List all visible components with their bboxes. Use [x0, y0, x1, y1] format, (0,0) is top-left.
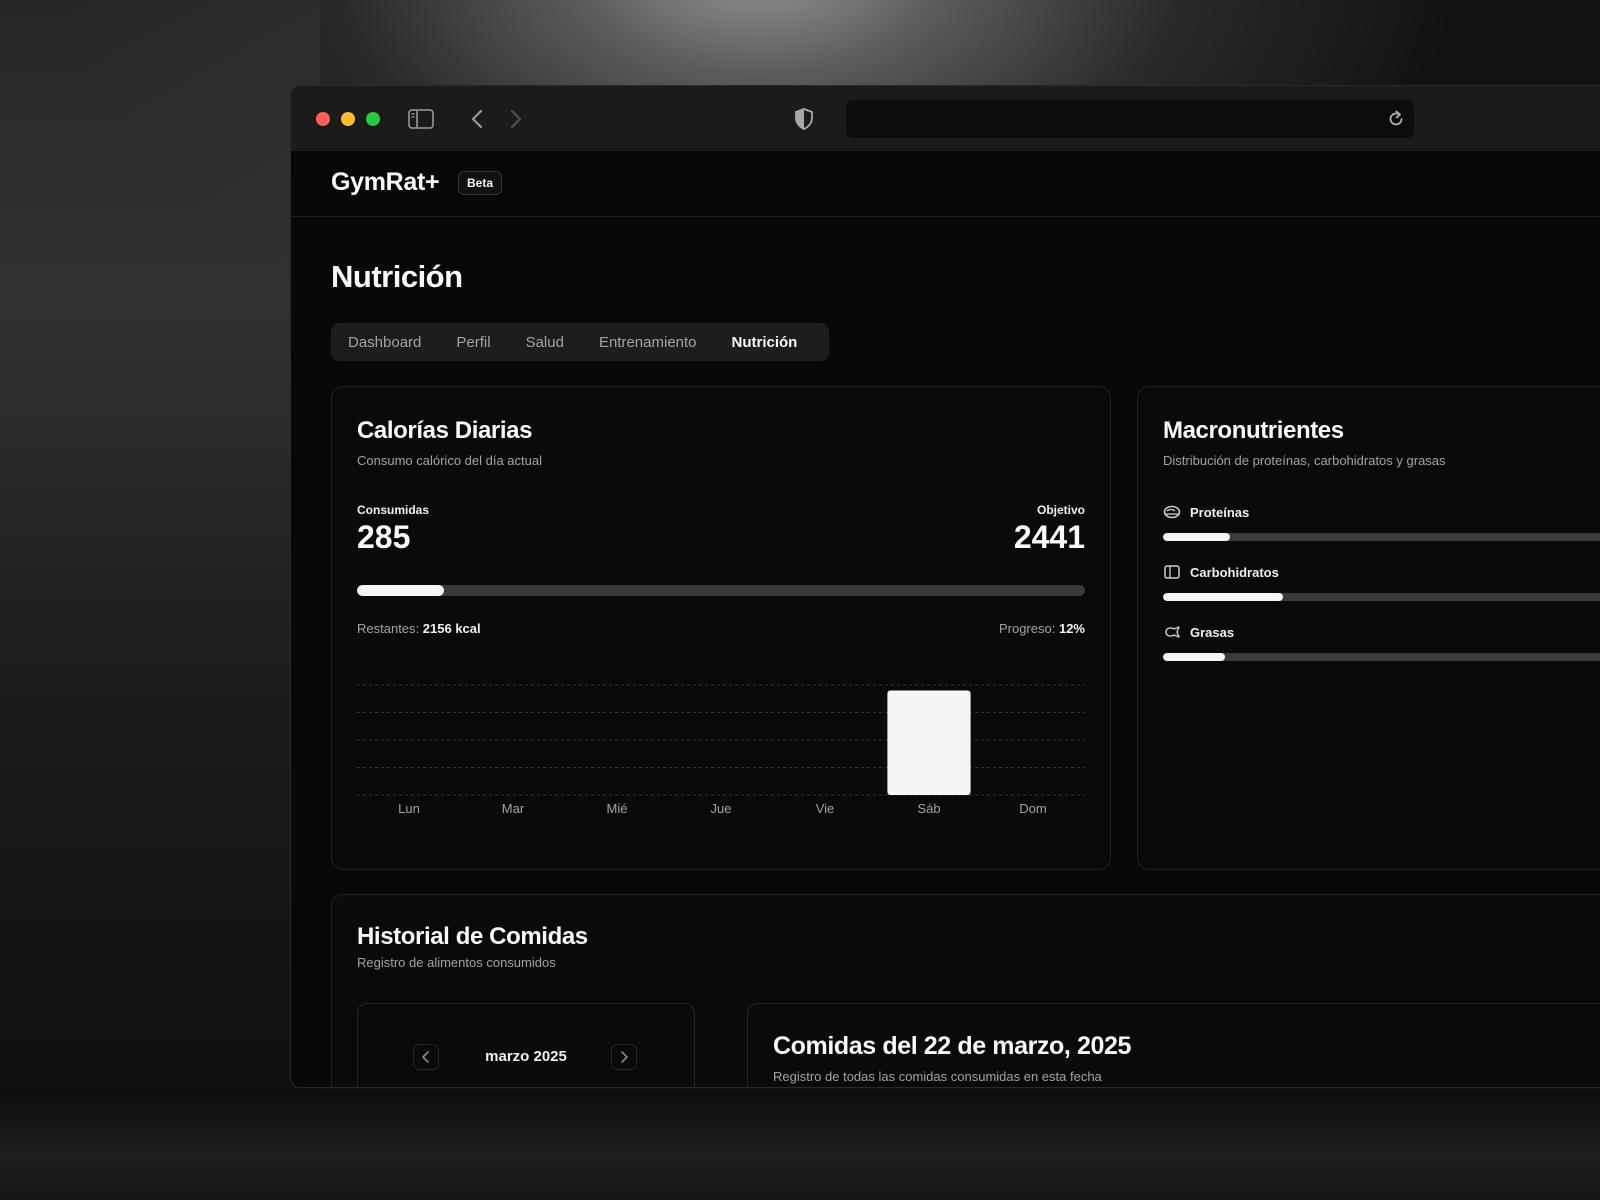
- goal-value: 2441: [1013, 519, 1085, 555]
- macros-title: Macronutrientes: [1163, 417, 1344, 444]
- chart-svg: Lun Mar Mié Jue Vie Sáb Dom: [357, 684, 1085, 816]
- carbs-icon: [1163, 563, 1181, 581]
- progress-value: 12%: [1058, 621, 1085, 636]
- calories-subtitle: Consumo calórico del día actual: [357, 453, 542, 468]
- remaining-text: Restantes: 2156 kcal: [357, 621, 481, 636]
- chart-x-tick-label: Vie: [816, 801, 835, 816]
- history-title: Historial de Comidas: [357, 923, 588, 950]
- macro-name-carbs: Carbohidratos: [1190, 564, 1279, 580]
- fats-progress-fill: [1163, 653, 1226, 661]
- month-label: marzo 2025: [485, 1048, 567, 1065]
- tab-nutricion[interactable]: Nutrición: [732, 334, 798, 351]
- tab-dashboard[interactable]: Dashboard: [348, 334, 421, 351]
- chart-x-tick-label: Sáb: [917, 801, 940, 816]
- forward-arrow-icon[interactable]: [503, 106, 529, 132]
- tab-entrenamiento[interactable]: Entrenamiento: [599, 334, 697, 351]
- macro-row-protein: Proteínas: [1163, 503, 1600, 541]
- chart-x-tick-label: Mar: [502, 801, 525, 816]
- macro-name-fats: Grasas: [1190, 624, 1235, 640]
- browser-window: GymRat+ Beta Nutrición Dashboard Perfil …: [290, 85, 1600, 1088]
- protein-progress-fill: [1163, 533, 1231, 541]
- sidebar-toggle-icon[interactable]: [408, 106, 434, 132]
- chart-x-tick-label: Mié: [607, 801, 628, 816]
- page-title: Nutrición: [331, 259, 463, 294]
- goal-label: Objetivo: [1036, 503, 1085, 517]
- address-bar[interactable]: [846, 100, 1414, 138]
- meals-subtitle: Registro de todas las comidas consumidas…: [773, 1069, 1102, 1084]
- background-bottom: [0, 1090, 1600, 1200]
- consumed-label: Consumidas: [357, 503, 430, 517]
- next-month-button[interactable]: [611, 1044, 637, 1070]
- macro-row-fats: Grasas: [1163, 623, 1600, 661]
- progress-text: Progreso: 12%: [999, 621, 1085, 636]
- reload-icon[interactable]: [1386, 109, 1406, 129]
- chart-x-tick-label: Lun: [398, 801, 420, 816]
- protein-progress-bar: [1163, 533, 1600, 541]
- remaining-value: 2156 kcal: [422, 621, 481, 636]
- nav-tabs: Dashboard Perfil Salud Entrenamiento Nut…: [331, 323, 829, 361]
- close-window-button[interactable]: [316, 112, 330, 126]
- privacy-shield-icon[interactable]: [791, 106, 817, 132]
- tab-salud[interactable]: Salud: [526, 334, 564, 351]
- carbs-progress-bar: [1163, 593, 1600, 601]
- meals-title: Comidas del 22 de marzo, 2025: [773, 1032, 1132, 1060]
- calories-card: Calorías Diarias Consumo calórico del dí…: [331, 386, 1111, 870]
- meal-history-card: Historial de Comidas Registro de aliment…: [331, 894, 1600, 1087]
- brand-logo[interactable]: GymRat+: [331, 168, 440, 197]
- chart-bar[interactable]: [887, 690, 971, 796]
- macro-row-carbs: Carbohidratos: [1163, 563, 1600, 601]
- macros-subtitle: Distribución de proteínas, carbohidratos…: [1163, 453, 1446, 468]
- macros-card: Macronutrientes Distribución de proteína…: [1137, 386, 1600, 870]
- month-calendar: marzo 2025: [357, 1003, 695, 1087]
- macro-name-protein: Proteínas: [1190, 504, 1250, 520]
- chevron-right-icon: [621, 1051, 628, 1063]
- protein-icon: [1163, 503, 1181, 521]
- minimize-window-button[interactable]: [341, 112, 355, 126]
- progress-label: Progreso:: [998, 621, 1056, 636]
- carbs-progress-fill: [1163, 593, 1283, 601]
- history-subtitle: Registro de alimentos consumidos: [357, 955, 556, 970]
- weekly-calories-chart: Lun Mar Mié Jue Vie Sáb Dom: [357, 677, 1085, 827]
- chart-x-tick-label: Dom: [1019, 801, 1046, 816]
- beta-badge: Beta: [458, 171, 503, 195]
- fats-progress-bar: [1163, 653, 1600, 661]
- app-header: GymRat+ Beta: [291, 151, 1600, 217]
- remaining-label: Restantes:: [357, 621, 420, 636]
- back-arrow-icon[interactable]: [464, 106, 490, 132]
- calories-progress-bar: [357, 585, 1085, 596]
- calories-progress-fill: [357, 585, 445, 596]
- consumed-value: 285: [357, 519, 411, 555]
- fats-icon: [1163, 623, 1181, 641]
- background-left: [0, 0, 320, 1200]
- tab-perfil[interactable]: Perfil: [456, 334, 490, 351]
- calories-title: Calorías Diarias: [357, 417, 533, 444]
- chart-x-tick-label: Jue: [711, 801, 732, 816]
- meals-panel: Comidas del 22 de marzo, 2025 Registro d…: [747, 1003, 1600, 1087]
- browser-titlebar: [291, 86, 1600, 151]
- maximize-window-button[interactable]: [366, 112, 380, 126]
